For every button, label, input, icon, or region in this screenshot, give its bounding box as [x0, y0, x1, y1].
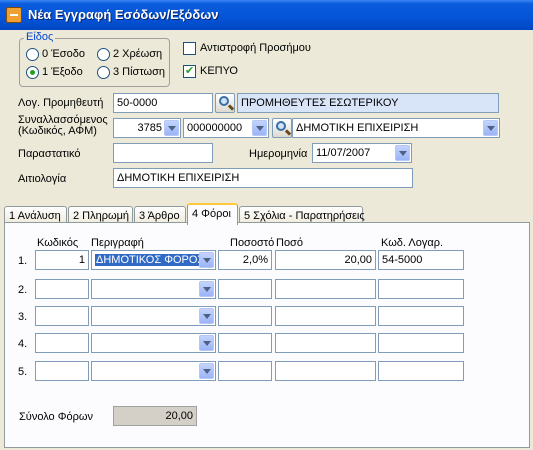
tax-description-combo[interactable] — [91, 279, 216, 299]
document-label: Παραστατικό — [18, 148, 81, 160]
header-code: Κωδικός — [37, 237, 79, 249]
tax-amount-input[interactable] — [275, 306, 376, 326]
chevron-down-icon[interactable] — [483, 120, 498, 136]
type-group — [19, 38, 170, 87]
tax-description-combo[interactable] — [91, 361, 216, 381]
reverse-sign-label: Αντιστροφή Προσήμου — [200, 42, 311, 54]
tax-percent-input[interactable]: 2,0% — [218, 250, 272, 270]
party-sublabel: (Κωδικός, ΑΦΜ) — [18, 125, 97, 137]
chevron-down-icon[interactable] — [252, 120, 267, 136]
reverse-sign-checkbox[interactable] — [183, 42, 196, 55]
date-value: 11/07/2007 — [316, 147, 371, 159]
radio-income-label: 0 Έσοδο — [42, 48, 85, 60]
radio-expense-label: 1 Έξοδο — [42, 66, 83, 78]
chevron-down-icon[interactable] — [199, 281, 214, 297]
row-number: 1. — [18, 255, 28, 267]
tax-description-value: ΔΗΜΟΤΙΚΟΣ ΦΟΡΟΣ — [95, 254, 206, 266]
tax-amount-input[interactable]: 20,00 — [275, 250, 376, 270]
party-name-combo[interactable]: ΔΗΜΟΤΙΚΗ ΕΠΙΧΕΙΡΙΣΗ — [292, 118, 500, 138]
chevron-down-icon[interactable] — [395, 145, 410, 161]
search-icon — [219, 96, 229, 106]
header-amount: Ποσό — [276, 237, 303, 249]
tax-account-input[interactable] — [378, 279, 464, 299]
chevron-down-icon[interactable] — [164, 120, 179, 136]
party-code-combo[interactable]: 3785 — [113, 118, 181, 138]
document-input[interactable] — [113, 143, 213, 163]
radio-credit[interactable] — [97, 66, 110, 79]
reason-input[interactable]: ΔΗΜΟΤΙΚΗ ΕΠΙΧΕΙΡΙΣΗ — [113, 168, 413, 188]
tax-percent-input[interactable] — [218, 279, 272, 299]
tax-account-input[interactable] — [378, 361, 464, 381]
radio-debit[interactable] — [97, 48, 110, 61]
party-afm-value: 000000000 — [187, 122, 243, 134]
tax-amount-input[interactable] — [275, 361, 376, 381]
party-name-value: ΔΗΜΟΤΙΚΗ ΕΠΙΧΕΙΡΙΣΗ — [296, 122, 419, 134]
tax-code-input[interactable] — [35, 333, 89, 353]
tax-code-input[interactable] — [35, 361, 89, 381]
tax-description-combo[interactable]: ΔΗΜΟΤΙΚΟΣ ΦΟΡΟΣ — [91, 250, 216, 270]
type-group-legend: Είδος — [24, 31, 56, 43]
chevron-down-icon[interactable] — [199, 363, 214, 379]
chevron-down-icon[interactable] — [199, 252, 214, 268]
kepyo-label: ΚΕΠΥΟ — [200, 65, 238, 77]
radio-debit-label: 2 Χρέωση — [113, 48, 163, 60]
radio-credit-label: 3 Πίστωση — [113, 66, 166, 78]
tax-account-input[interactable]: 54-5000 — [378, 250, 464, 270]
search-icon — [276, 121, 286, 131]
row-number: 5. — [18, 366, 28, 378]
reason-label: Αιτιολογία — [18, 173, 67, 185]
radio-income[interactable] — [26, 48, 39, 61]
supplier-code-input[interactable]: 50-0000 — [113, 93, 213, 113]
tax-amount-input[interactable] — [275, 333, 376, 353]
tab-taxes[interactable]: 4 Φόροι — [187, 203, 238, 225]
tax-amount-input[interactable] — [275, 279, 376, 299]
tax-description-combo[interactable] — [91, 306, 216, 326]
date-picker[interactable]: 11/07/2007 — [312, 143, 412, 163]
form-icon — [6, 7, 22, 23]
header-percent: Ποσοστό — [230, 237, 275, 249]
chevron-down-icon[interactable] — [199, 308, 214, 324]
party-code-value: 3785 — [137, 122, 162, 134]
kepyo-checkbox[interactable] — [183, 64, 196, 78]
total-taxes-value: 20,00 — [113, 406, 197, 426]
tax-code-input[interactable]: 1 — [35, 250, 89, 270]
header-account: Κωδ. Λογαρ. — [381, 237, 444, 249]
chevron-down-icon[interactable] — [199, 335, 214, 351]
tax-percent-input[interactable] — [218, 333, 272, 353]
header-description: Περιγραφή — [91, 237, 144, 249]
party-search-button[interactable] — [272, 118, 292, 138]
row-number: 2. — [18, 284, 28, 296]
tax-code-input[interactable] — [35, 306, 89, 326]
tax-description-combo[interactable] — [91, 333, 216, 353]
total-taxes-label: Σύνολο Φόρων — [19, 411, 93, 423]
tax-code-input[interactable] — [35, 279, 89, 299]
party-afm-combo[interactable]: 000000000 — [183, 118, 269, 138]
tax-percent-input[interactable] — [218, 306, 272, 326]
radio-expense[interactable] — [26, 66, 39, 79]
title-bar[interactable]: Νέα Εγγραφή Εσόδων/Εξόδων — [0, 0, 533, 30]
window: Νέα Εγγραφή Εσόδων/Εξόδων Είδος 0 Έσοδο … — [0, 0, 533, 450]
supplier-name-field: ΠΡΟΜΗΘΕΥΤΕΣ ΕΣΩΤΕΡΙΚΟΥ — [237, 93, 499, 113]
row-number: 4. — [18, 338, 28, 350]
tax-account-input[interactable] — [378, 333, 464, 353]
date-label: Ημερομηνία — [249, 148, 308, 160]
tax-account-input[interactable] — [378, 306, 464, 326]
window-title: Νέα Εγγραφή Εσόδων/Εξόδων — [28, 7, 219, 22]
supplier-label: Λογ. Προμηθευτή — [18, 97, 104, 109]
supplier-search-button[interactable] — [215, 93, 235, 113]
tax-percent-input[interactable] — [218, 361, 272, 381]
row-number: 3. — [18, 311, 28, 323]
